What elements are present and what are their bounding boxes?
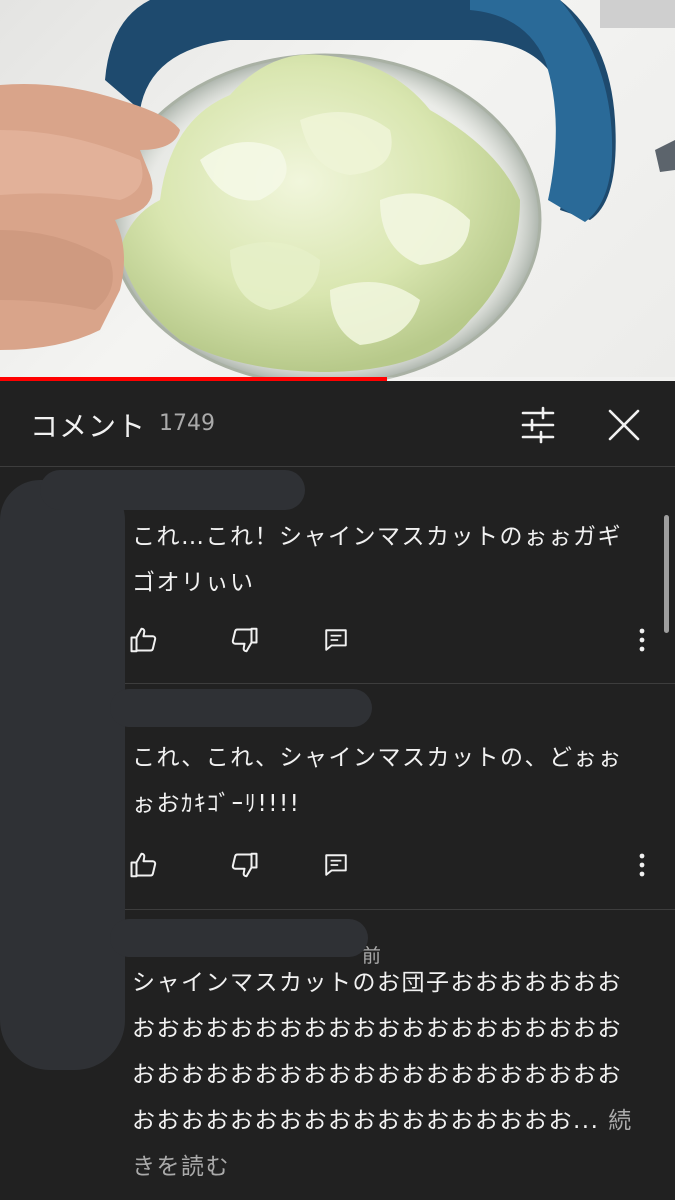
thumb-up-icon	[130, 852, 157, 878]
close-comments-button[interactable]	[602, 403, 646, 447]
dislike-button[interactable]	[224, 845, 264, 885]
scrollbar-thumb[interactable]	[664, 515, 669, 633]
redaction-mark	[40, 470, 305, 510]
thumb-down-icon	[231, 627, 258, 653]
comments-count: 1749	[159, 411, 215, 436]
comments-header: コメント 1749	[0, 381, 675, 467]
like-button[interactable]	[124, 845, 164, 885]
comment-text: これ…これ！シャインマスカットのぉぉガギゴオリぃい	[132, 524, 622, 596]
more-options-button[interactable]	[622, 620, 662, 660]
comments-title: コメント	[30, 410, 147, 443]
comment-actions	[120, 620, 660, 660]
reply-button[interactable]	[316, 620, 356, 660]
redaction-mark	[110, 919, 368, 957]
comment-text: これ、これ、シャインマスカットの、どぉぉぉおｶｷｺﾞｰﾘ!!!!	[132, 745, 623, 817]
redaction-mark	[110, 689, 372, 727]
video-player[interactable]	[0, 0, 675, 381]
more-vert-icon	[639, 853, 645, 877]
reply-icon	[325, 854, 347, 876]
sort-filter-button[interactable]	[516, 403, 560, 447]
thumb-down-icon	[231, 852, 258, 878]
redaction-mark	[0, 480, 125, 1070]
video-frame-image	[0, 0, 675, 381]
dislike-button[interactable]	[224, 620, 264, 660]
like-button[interactable]	[124, 620, 164, 660]
sliders-icon	[521, 406, 555, 444]
reply-button[interactable]	[316, 845, 356, 885]
comment-text: シャインマスカットのお団子おおおおおおおおおおおおおおおおおおおおおおおおおおお…	[132, 960, 642, 1190]
close-icon	[608, 409, 640, 441]
comment-text-content: シャインマスカットのお団子おおおおおおおおおおおおおおおおおおおおおおおおおおお…	[132, 970, 622, 1134]
more-vert-icon	[639, 628, 645, 652]
reply-icon	[325, 629, 347, 651]
comment-actions	[120, 845, 660, 885]
thumb-up-icon	[130, 627, 157, 653]
more-options-button[interactable]	[622, 845, 662, 885]
